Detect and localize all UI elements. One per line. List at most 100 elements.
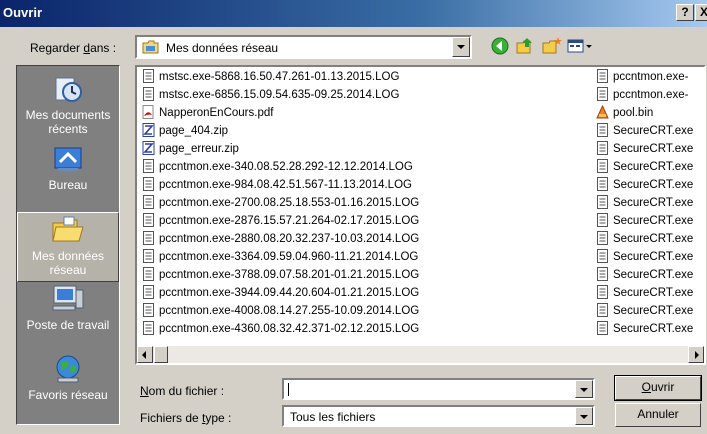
network-folder-icon (142, 40, 159, 54)
file-item[interactable]: pccntmon.exe- (596, 69, 688, 85)
recent-documents-icon (55, 77, 82, 102)
scroll-right-button[interactable] (688, 346, 704, 363)
file-item[interactable]: page_erreur.zip (142, 141, 239, 157)
place-desktop[interactable]: Bureau (17, 142, 119, 212)
file-item[interactable]: pccntmon.exe-340.08.52.28.292-12.12.2014… (142, 159, 413, 175)
file-name: pccntmon.exe-340.08.52.28.292-12.12.2014… (159, 161, 413, 173)
file-item[interactable]: SecureCRT.exe (596, 141, 693, 157)
file-list[interactable]: mstsc.exe-5868.16.50.47.261-01.13.2015.L… (135, 65, 706, 365)
cancel-button[interactable]: Annuler (615, 403, 701, 427)
log-file-icon (597, 231, 608, 245)
place-network-favorites[interactable]: Favoris réseau (17, 352, 119, 422)
file-item[interactable]: pccntmon.exe-3944.09.44.20.604-01.21.201… (142, 285, 419, 301)
new-folder-icon[interactable] (541, 35, 563, 57)
help-button[interactable]: ? (676, 4, 694, 21)
file-item[interactable]: SecureCRT.exe (596, 231, 693, 247)
log-file-icon (597, 69, 608, 83)
scroll-left-button[interactable] (137, 346, 153, 363)
close-button[interactable]: X (695, 4, 707, 21)
file-name: SecureCRT.exe (613, 161, 694, 173)
file-name: SecureCRT.exe (613, 197, 694, 209)
file-name: SecureCRT.exe (613, 179, 694, 191)
file-item[interactable]: pccntmon.exe-4008.08.14.27.255-10.09.201… (142, 303, 419, 319)
file-item[interactable]: pccntmon.exe-2880.08.20.32.237-10.03.201… (142, 231, 419, 247)
file-name: pccntmon.exe-984.08.42.51.567-11.13.2014… (159, 179, 412, 191)
file-item[interactable]: SecureCRT.exe (596, 285, 693, 301)
lookin-combo[interactable]: Mes données réseau (135, 35, 472, 59)
file-name: page_erreur.zip (159, 143, 239, 155)
bin-file-icon (596, 105, 609, 119)
file-item[interactable]: SecureCRT.exe (596, 303, 693, 319)
file-name: mstsc.exe-6856.15.09.54.635-09.25.2014.L… (159, 89, 400, 101)
filetype-dropdown-arrow[interactable] (575, 407, 593, 425)
file-item[interactable]: pccntmon.exe- (596, 87, 688, 103)
file-item[interactable]: mstsc.exe-5868.16.50.47.261-01.13.2015.L… (142, 69, 399, 85)
file-item[interactable]: SecureCRT.exe (596, 159, 693, 175)
file-item[interactable]: SecureCRT.exe (596, 195, 693, 211)
file-item[interactable]: page_404.zip (142, 123, 228, 139)
file-item[interactable]: SecureCRT.exe (596, 267, 693, 283)
file-item[interactable]: pccntmon.exe-2876.15.57.21.264-02.17.201… (142, 213, 419, 229)
log-file-icon (597, 87, 608, 101)
log-file-icon (597, 321, 608, 335)
file-name: pccntmon.exe-2876.15.57.21.264-02.17.201… (159, 215, 420, 227)
lookin-dropdown-arrow[interactable] (452, 37, 470, 57)
file-item[interactable]: SecureCRT.exe (596, 213, 693, 229)
file-name: mstsc.exe-5868.16.50.47.261-01.13.2015.L… (159, 71, 400, 83)
zip-file-icon (142, 123, 155, 137)
window-title: Ouvrir (3, 5, 43, 20)
file-name: pccntmon.exe-2880.08.20.32.237-10.03.201… (159, 233, 420, 245)
horizontal-scrollbar[interactable] (137, 346, 704, 363)
file-item[interactable]: NapperonEnCours.pdf (142, 105, 273, 121)
filetype-select[interactable]: Tous les fichiers (282, 405, 595, 427)
file-item[interactable]: SecureCRT.exe (596, 249, 693, 265)
desktop-icon (54, 147, 82, 171)
filename-input[interactable] (282, 378, 595, 400)
log-file-icon (143, 87, 154, 101)
file-item[interactable]: pccntmon.exe-4360.08.32.42.371-02.12.201… (142, 321, 419, 337)
file-item[interactable]: pccntmon.exe-3788.09.07.58.201-01.21.201… (142, 267, 419, 283)
file-name: pccntmon.exe-3944.09.44.20.604-01.21.201… (159, 287, 420, 299)
place-recent-documents[interactable]: Mes documents récents (17, 72, 119, 142)
file-name: pccntmon.exe-4360.08.32.42.371-02.12.201… (159, 323, 420, 335)
file-item[interactable]: SecureCRT.exe (596, 321, 693, 337)
file-name: page_404.zip (159, 125, 229, 137)
file-item[interactable]: SecureCRT.exe (596, 177, 693, 193)
filename-dropdown-arrow[interactable] (575, 380, 593, 398)
place-my-data[interactable]: Mes données réseau (17, 212, 119, 282)
log-file-icon (597, 249, 608, 263)
file-name: pccntmon.exe-4008.08.14.27.255-10.09.201… (159, 305, 420, 317)
places-bar: Mes documents récents Bureau Mes données… (16, 65, 120, 425)
up-folder-icon[interactable] (514, 35, 536, 57)
file-name: SecureCRT.exe (613, 143, 694, 155)
open-button[interactable]: Ouvrir (614, 375, 702, 401)
scroll-thumb[interactable] (154, 346, 168, 363)
file-name: SecureCRT.exe (613, 215, 694, 227)
file-name: SecureCRT.exe (613, 251, 694, 263)
log-file-icon (143, 267, 154, 281)
filetype-label: Fichiers de type : (140, 411, 232, 425)
file-item[interactable]: pccntmon.exe-3364.09.59.04.960-11.21.201… (142, 249, 418, 265)
log-file-icon (597, 285, 608, 299)
file-name: pccntmon.exe-2700.08.25.18.553-01.16.201… (159, 197, 420, 209)
back-icon[interactable] (489, 35, 511, 57)
file-name: pool.bin (613, 107, 654, 119)
place-my-computer[interactable]: Poste de travail (17, 282, 119, 352)
file-item[interactable]: mstsc.exe-6856.15.09.54.635-09.25.2014.L… (142, 87, 399, 103)
file-item[interactable]: pool.bin (596, 105, 653, 121)
view-menu-icon[interactable] (566, 35, 596, 57)
file-item[interactable]: pccntmon.exe-984.08.42.51.567-11.13.2014… (142, 177, 412, 193)
lookin-label: Regarder dans : (30, 41, 117, 55)
my-data-icon (52, 216, 84, 242)
my-computer-icon (52, 285, 84, 311)
lookin-value: Mes données réseau (166, 41, 279, 55)
log-file-icon (143, 249, 154, 263)
file-name: SecureCRT.exe (613, 233, 694, 245)
file-name: SecureCRT.exe (613, 269, 694, 281)
file-item[interactable]: SecureCRT.exe (596, 123, 693, 139)
log-file-icon (143, 69, 154, 83)
file-item[interactable]: pccntmon.exe-2700.08.25.18.553-01.16.201… (142, 195, 419, 211)
title-bar[interactable]: Ouvrir ? X (0, 0, 707, 27)
log-file-icon (143, 195, 154, 209)
file-name: pccntmon.exe- (613, 89, 689, 101)
